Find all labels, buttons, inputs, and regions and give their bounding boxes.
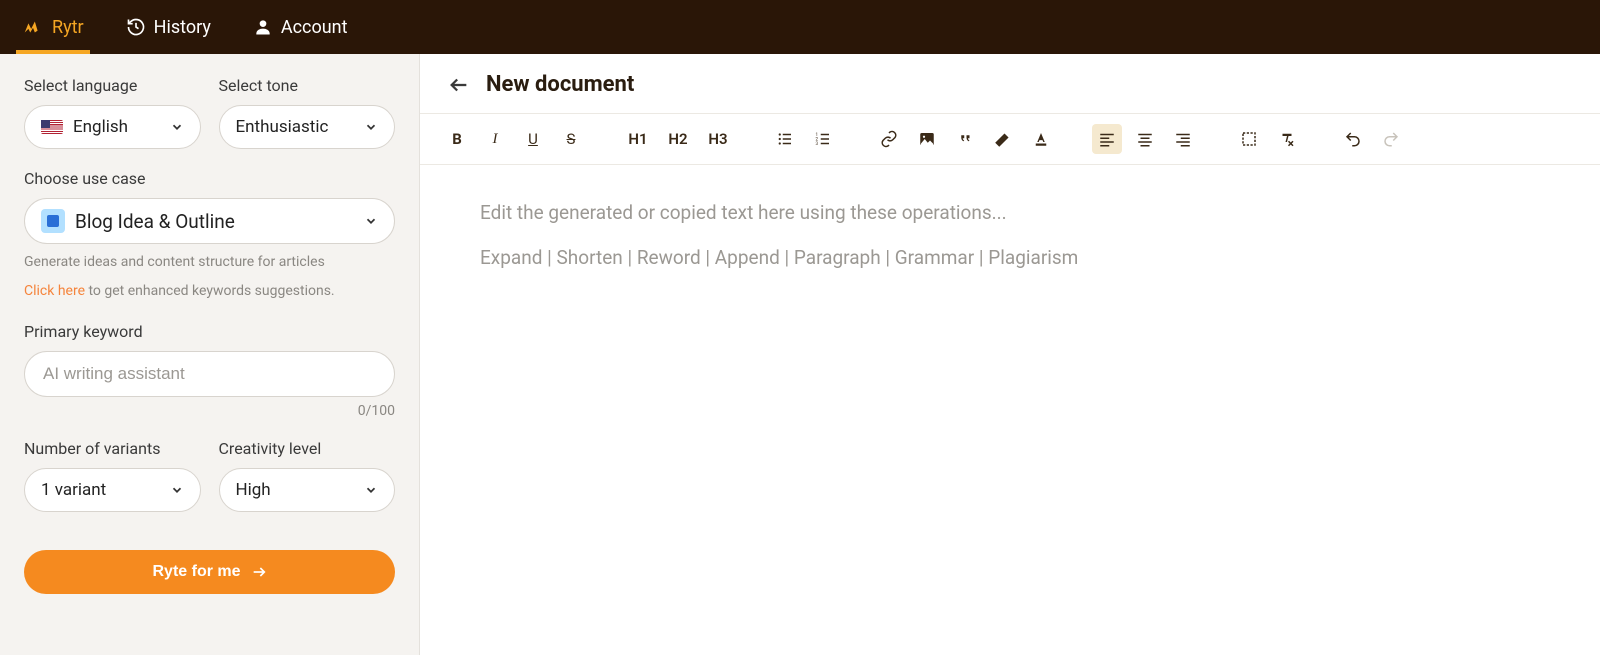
ryte-for-me-button[interactable]: Ryte for me (24, 550, 395, 594)
document-title: New document (486, 72, 634, 97)
bold-button[interactable]: B (442, 124, 472, 154)
align-left-button[interactable] (1092, 124, 1122, 154)
us-flag-icon (41, 120, 63, 134)
chevron-down-icon (170, 120, 184, 134)
editor-placeholder-line2: Expand | Shorten | Reword | Append | Par… (480, 246, 1540, 269)
creativity-value: High (236, 480, 271, 500)
variants-group: Number of variants 1 variant (24, 439, 201, 512)
language-label: Select language (24, 76, 201, 95)
h3-button[interactable]: H3 (702, 124, 734, 154)
keyword-label: Primary keyword (24, 322, 395, 341)
nav-account-label: Account (281, 17, 348, 38)
tone-value: Enthusiastic (236, 117, 329, 137)
align-right-button[interactable] (1168, 124, 1198, 154)
variants-value: 1 variant (41, 480, 106, 500)
align-center-button[interactable] (1130, 124, 1160, 154)
chevron-down-icon (170, 483, 184, 497)
variants-label: Number of variants (24, 439, 201, 458)
tone-label: Select tone (219, 76, 396, 95)
numbered-list-button[interactable]: 123 (808, 124, 838, 154)
back-button[interactable] (448, 74, 470, 96)
clear-format-button[interactable] (1272, 124, 1302, 154)
chevron-down-icon (364, 483, 378, 497)
strikethrough-button[interactable]: S (556, 124, 586, 154)
editor-toolbar: B I U S H1 H2 H3 123 (420, 114, 1600, 165)
quote-button[interactable] (950, 124, 980, 154)
nav-rytr[interactable]: Rytr (22, 0, 84, 54)
blog-usecase-icon (41, 209, 65, 233)
sidebar: Select language English Select tone Enth… (0, 54, 420, 655)
keyword-counter: 0/100 (24, 403, 395, 419)
language-value: English (73, 117, 128, 137)
italic-button[interactable]: I (480, 124, 510, 154)
history-icon (126, 17, 146, 37)
nav-history-label: History (154, 17, 211, 38)
usecase-select[interactable]: Blog Idea & Outline (24, 198, 395, 244)
chevron-down-icon (364, 120, 378, 134)
nav-rytr-label: Rytr (52, 17, 84, 38)
chevron-down-icon (364, 214, 378, 228)
link-button[interactable] (874, 124, 904, 154)
svg-text:3: 3 (816, 141, 819, 147)
main-layout: Select language English Select tone Enth… (0, 54, 1600, 655)
h2-button[interactable]: H2 (662, 124, 694, 154)
usecase-group: Choose use case Blog Idea & Outline Gene… (24, 169, 395, 302)
undo-button[interactable] (1338, 124, 1368, 154)
click-here-link[interactable]: Click here (24, 283, 85, 299)
nav-history[interactable]: History (126, 0, 211, 54)
redo-button[interactable] (1376, 124, 1406, 154)
select-all-button[interactable] (1234, 124, 1264, 154)
rytr-logo-icon (22, 16, 44, 38)
ryte-button-label: Ryte for me (152, 563, 240, 581)
image-button[interactable] (912, 124, 942, 154)
usecase-label: Choose use case (24, 169, 395, 188)
keyword-helper: Click here to get enhanced keywords sugg… (24, 281, 395, 302)
variants-select[interactable]: 1 variant (24, 468, 201, 512)
language-select[interactable]: English (24, 105, 201, 149)
creativity-label: Creativity level (219, 439, 396, 458)
keyword-input[interactable] (24, 351, 395, 397)
editor-placeholder-line1: Edit the generated or copied text here u… (480, 201, 1540, 224)
document-header: New document (420, 54, 1600, 114)
arrow-right-icon (251, 564, 267, 580)
creativity-group: Creativity level High (219, 439, 396, 512)
usecase-value: Blog Idea & Outline (75, 210, 235, 233)
nav-account[interactable]: Account (253, 0, 348, 54)
keyword-group: Primary keyword 0/100 (24, 322, 395, 419)
top-nav: Rytr History Account (0, 0, 1600, 54)
keyword-helper-suffix: to get enhanced keywords suggestions. (85, 283, 335, 299)
tone-group: Select tone Enthusiastic (219, 76, 396, 149)
editor-body[interactable]: Edit the generated or copied text here u… (420, 165, 1600, 305)
bullet-list-button[interactable] (770, 124, 800, 154)
content-area: New document B I U S H1 H2 H3 123 (420, 54, 1600, 655)
account-icon (253, 17, 273, 37)
creativity-select[interactable]: High (219, 468, 396, 512)
tone-select[interactable]: Enthusiastic (219, 105, 396, 149)
usecase-helper: Generate ideas and content structure for… (24, 252, 395, 273)
language-group: Select language English (24, 76, 201, 149)
underline-button[interactable]: U (518, 124, 548, 154)
text-color-button[interactable] (1026, 124, 1056, 154)
highlight-button[interactable] (988, 124, 1018, 154)
h1-button[interactable]: H1 (622, 124, 654, 154)
